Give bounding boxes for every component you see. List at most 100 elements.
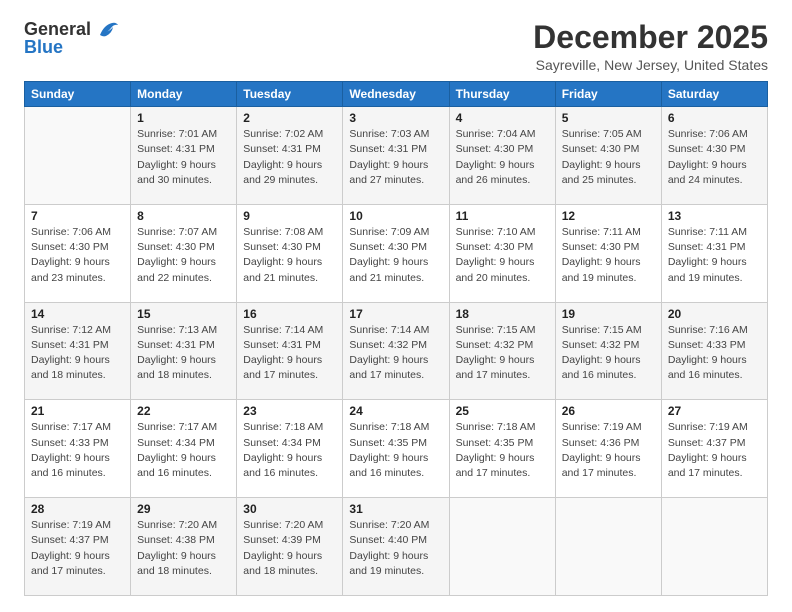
- day-number: 8: [137, 209, 230, 223]
- calendar-cell: [449, 498, 555, 596]
- title-block: December 2025 Sayreville, New Jersey, Un…: [533, 20, 768, 73]
- day-info: Sunrise: 7:10 AMSunset: 4:30 PMDaylight:…: [456, 225, 549, 286]
- day-number: 6: [668, 111, 761, 125]
- calendar-cell: 22 Sunrise: 7:17 AMSunset: 4:34 PMDayligh…: [131, 400, 237, 498]
- calendar-cell: 10 Sunrise: 7:09 AMSunset: 4:30 PMDayligh…: [343, 204, 449, 302]
- page-title: December 2025: [533, 20, 768, 55]
- calendar-cell: 7 Sunrise: 7:06 AMSunset: 4:30 PMDaylight…: [25, 204, 131, 302]
- day-info: Sunrise: 7:19 AMSunset: 4:37 PMDaylight:…: [31, 518, 124, 579]
- day-info: Sunrise: 7:06 AMSunset: 4:30 PMDaylight:…: [31, 225, 124, 286]
- day-info: Sunrise: 7:18 AMSunset: 4:35 PMDaylight:…: [349, 420, 442, 481]
- day-info: Sunrise: 7:14 AMSunset: 4:31 PMDaylight:…: [243, 323, 336, 384]
- day-info: Sunrise: 7:14 AMSunset: 4:32 PMDaylight:…: [349, 323, 442, 384]
- page-header: General Blue December 2025 Sayreville, N…: [24, 20, 768, 73]
- calendar-cell: 8 Sunrise: 7:07 AMSunset: 4:30 PMDaylight…: [131, 204, 237, 302]
- calendar-cell: 30 Sunrise: 7:20 AMSunset: 4:39 PMDayligh…: [237, 498, 343, 596]
- day-number: 31: [349, 502, 442, 516]
- day-number: 22: [137, 404, 230, 418]
- calendar-cell: 31 Sunrise: 7:20 AMSunset: 4:40 PMDayligh…: [343, 498, 449, 596]
- day-number: 29: [137, 502, 230, 516]
- weekday-header-thursday: Thursday: [449, 82, 555, 107]
- logo-blue-text: Blue: [24, 38, 63, 58]
- calendar-cell: 21Sunrise: 7:17 AMSunset: 4:33 PMDayligh…: [25, 400, 131, 498]
- day-number: 12: [562, 209, 655, 223]
- day-number: 25: [456, 404, 549, 418]
- calendar-cell: 11 Sunrise: 7:10 AMSunset: 4:30 PMDayligh…: [449, 204, 555, 302]
- day-number: 5: [562, 111, 655, 125]
- day-info: Sunrise: 7:20 AMSunset: 4:39 PMDaylight:…: [243, 518, 336, 579]
- day-info: Sunrise: 7:20 AMSunset: 4:40 PMDaylight:…: [349, 518, 442, 579]
- weekday-header-friday: Friday: [555, 82, 661, 107]
- calendar-cell: 15 Sunrise: 7:13 AMSunset: 4:31 PMDayligh…: [131, 302, 237, 400]
- calendar-cell: 9Sunrise: 7:08 AMSunset: 4:30 PMDaylight…: [237, 204, 343, 302]
- day-number: 28: [31, 502, 124, 516]
- day-number: 13: [668, 209, 761, 223]
- day-info: Sunrise: 7:02 AMSunset: 4:31 PMDaylight:…: [243, 127, 336, 188]
- calendar-cell: 20 Sunrise: 7:16 AMSunset: 4:33 PMDayligh…: [661, 302, 767, 400]
- day-info: Sunrise: 7:17 AMSunset: 4:33 PMDaylight:…: [31, 420, 124, 481]
- calendar-cell: 19Sunrise: 7:15 AMSunset: 4:32 PMDayligh…: [555, 302, 661, 400]
- day-number: 3: [349, 111, 442, 125]
- day-info: Sunrise: 7:01 AMSunset: 4:31 PMDaylight:…: [137, 127, 230, 188]
- calendar-cell: 13 Sunrise: 7:11 AMSunset: 4:31 PMDayligh…: [661, 204, 767, 302]
- day-info: Sunrise: 7:04 AMSunset: 4:30 PMDaylight:…: [456, 127, 549, 188]
- calendar-table: SundayMondayTuesdayWednesdayThursdayFrid…: [24, 81, 768, 596]
- day-info: Sunrise: 7:05 AMSunset: 4:30 PMDaylight:…: [562, 127, 655, 188]
- logo-bird-icon: [98, 21, 120, 39]
- calendar-cell: 23 Sunrise: 7:18 AMSunset: 4:34 PMDayligh…: [237, 400, 343, 498]
- day-info: Sunrise: 7:12 AMSunset: 4:31 PMDaylight:…: [31, 323, 124, 384]
- calendar-cell: 5 Sunrise: 7:05 AMSunset: 4:30 PMDaylight…: [555, 107, 661, 205]
- day-info: Sunrise: 7:18 AMSunset: 4:35 PMDaylight:…: [456, 420, 549, 481]
- day-number: 30: [243, 502, 336, 516]
- day-info: Sunrise: 7:13 AMSunset: 4:31 PMDaylight:…: [137, 323, 230, 384]
- calendar-week-4: 21Sunrise: 7:17 AMSunset: 4:33 PMDayligh…: [25, 400, 768, 498]
- calendar-cell: [661, 498, 767, 596]
- day-info: Sunrise: 7:11 AMSunset: 4:31 PMDaylight:…: [668, 225, 761, 286]
- calendar-cell: 29 Sunrise: 7:20 AMSunset: 4:38 PMDayligh…: [131, 498, 237, 596]
- calendar-cell: 18Sunrise: 7:15 AMSunset: 4:32 PMDayligh…: [449, 302, 555, 400]
- day-info: Sunrise: 7:03 AMSunset: 4:31 PMDaylight:…: [349, 127, 442, 188]
- day-number: 16: [243, 307, 336, 321]
- logo: General Blue: [24, 20, 120, 58]
- day-info: Sunrise: 7:11 AMSunset: 4:30 PMDaylight:…: [562, 225, 655, 286]
- calendar-week-2: 7 Sunrise: 7:06 AMSunset: 4:30 PMDaylight…: [25, 204, 768, 302]
- calendar-week-1: 1 Sunrise: 7:01 AMSunset: 4:31 PMDaylight…: [25, 107, 768, 205]
- weekday-header-monday: Monday: [131, 82, 237, 107]
- calendar-cell: 25 Sunrise: 7:18 AMSunset: 4:35 PMDayligh…: [449, 400, 555, 498]
- day-info: Sunrise: 7:15 AMSunset: 4:32 PMDaylight:…: [562, 323, 655, 384]
- calendar-cell: 3 Sunrise: 7:03 AMSunset: 4:31 PMDaylight…: [343, 107, 449, 205]
- calendar-cell: 16 Sunrise: 7:14 AMSunset: 4:31 PMDayligh…: [237, 302, 343, 400]
- day-number: 24: [349, 404, 442, 418]
- calendar-cell: 27 Sunrise: 7:19 AMSunset: 4:37 PMDayligh…: [661, 400, 767, 498]
- day-number: 20: [668, 307, 761, 321]
- calendar-cell: [555, 498, 661, 596]
- day-number: 7: [31, 209, 124, 223]
- day-number: 2: [243, 111, 336, 125]
- day-number: 11: [456, 209, 549, 223]
- calendar-cell: 26Sunrise: 7:19 AMSunset: 4:36 PMDayligh…: [555, 400, 661, 498]
- weekday-header-row: SundayMondayTuesdayWednesdayThursdayFrid…: [25, 82, 768, 107]
- weekday-header-tuesday: Tuesday: [237, 82, 343, 107]
- day-info: Sunrise: 7:19 AMSunset: 4:37 PMDaylight:…: [668, 420, 761, 481]
- day-number: 15: [137, 307, 230, 321]
- page-subtitle: Sayreville, New Jersey, United States: [533, 57, 768, 73]
- weekday-header-sunday: Sunday: [25, 82, 131, 107]
- calendar-cell: 6 Sunrise: 7:06 AMSunset: 4:30 PMDaylight…: [661, 107, 767, 205]
- day-info: Sunrise: 7:17 AMSunset: 4:34 PMDaylight:…: [137, 420, 230, 481]
- day-info: Sunrise: 7:20 AMSunset: 4:38 PMDaylight:…: [137, 518, 230, 579]
- day-number: 1: [137, 111, 230, 125]
- day-info: Sunrise: 7:15 AMSunset: 4:32 PMDaylight:…: [456, 323, 549, 384]
- day-info: Sunrise: 7:16 AMSunset: 4:33 PMDaylight:…: [668, 323, 761, 384]
- day-number: 10: [349, 209, 442, 223]
- calendar-cell: 24 Sunrise: 7:18 AMSunset: 4:35 PMDayligh…: [343, 400, 449, 498]
- day-number: 27: [668, 404, 761, 418]
- day-info: Sunrise: 7:18 AMSunset: 4:34 PMDaylight:…: [243, 420, 336, 481]
- calendar-week-5: 28 Sunrise: 7:19 AMSunset: 4:37 PMDayligh…: [25, 498, 768, 596]
- weekday-header-wednesday: Wednesday: [343, 82, 449, 107]
- day-number: 14: [31, 307, 124, 321]
- day-number: 23: [243, 404, 336, 418]
- day-info: Sunrise: 7:09 AMSunset: 4:30 PMDaylight:…: [349, 225, 442, 286]
- day-info: Sunrise: 7:07 AMSunset: 4:30 PMDaylight:…: [137, 225, 230, 286]
- calendar-cell: 12 Sunrise: 7:11 AMSunset: 4:30 PMDayligh…: [555, 204, 661, 302]
- day-info: Sunrise: 7:06 AMSunset: 4:30 PMDaylight:…: [668, 127, 761, 188]
